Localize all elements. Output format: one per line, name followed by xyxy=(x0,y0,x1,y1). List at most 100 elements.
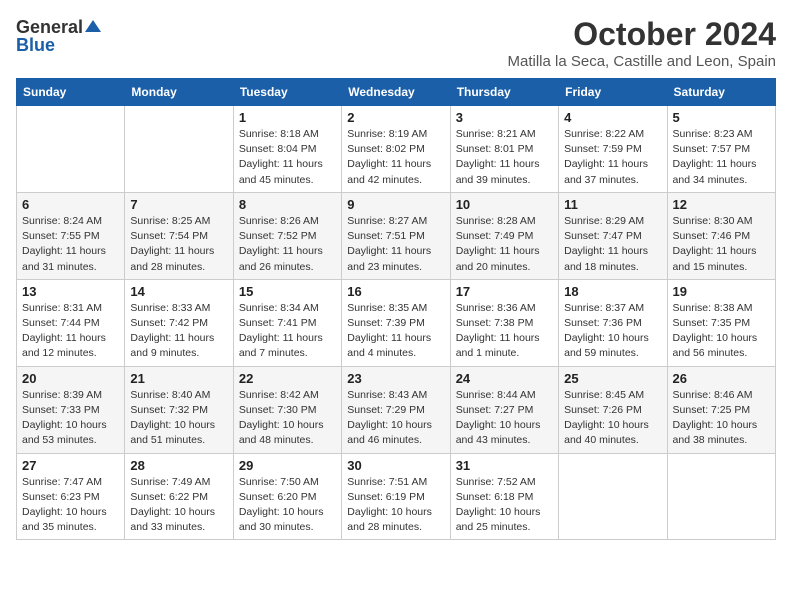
calendar-cell: 20 Sunrise: 8:39 AM Sunset: 7:33 PM Dayli… xyxy=(17,366,125,453)
day-number: 21 xyxy=(130,371,227,386)
day-number: 7 xyxy=(130,197,227,212)
day-number: 12 xyxy=(673,197,770,212)
logo: General Blue xyxy=(16,16,101,56)
day-info: Sunrise: 7:51 AM Sunset: 6:19 PM Dayligh… xyxy=(347,475,444,536)
day-info: Sunrise: 8:46 AM Sunset: 7:25 PM Dayligh… xyxy=(673,388,770,449)
day-info: Sunrise: 8:19 AM Sunset: 8:02 PM Dayligh… xyxy=(347,127,444,188)
calendar-cell: 3Sunrise: 8:21 AM Sunset: 8:01 PM Daylig… xyxy=(450,106,558,193)
calendar-cell: 18 Sunrise: 8:37 AM Sunset: 7:36 PM Dayli… xyxy=(559,279,667,366)
calendar-cell: 21 Sunrise: 8:40 AM Sunset: 7:32 PM Dayli… xyxy=(125,366,233,453)
week-row-2: 6 Sunrise: 8:24 AM Sunset: 7:55 PM Daylig… xyxy=(17,192,776,279)
logo-blue-text: Blue xyxy=(16,35,55,56)
calendar-cell: 14 Sunrise: 8:33 AM Sunset: 7:42 PM Dayli… xyxy=(125,279,233,366)
calendar-cell: 10 Sunrise: 8:28 AM Sunset: 7:49 PM Dayli… xyxy=(450,192,558,279)
day-header-friday: Friday xyxy=(559,79,667,106)
calendar-table: SundayMondayTuesdayWednesdayThursdayFrid… xyxy=(16,78,776,540)
calendar-cell: 25 Sunrise: 8:45 AM Sunset: 7:26 PM Dayli… xyxy=(559,366,667,453)
day-info: Sunrise: 7:49 AM Sunset: 6:22 PM Dayligh… xyxy=(130,475,227,536)
day-info: Sunrise: 8:23 AM Sunset: 7:57 PM Dayligh… xyxy=(673,127,770,188)
day-header-monday: Monday xyxy=(125,79,233,106)
calendar-cell: 12Sunrise: 8:30 AM Sunset: 7:46 PM Dayli… xyxy=(667,192,775,279)
day-header-wednesday: Wednesday xyxy=(342,79,450,106)
calendar-cell: 31 Sunrise: 7:52 AM Sunset: 6:18 PM Dayli… xyxy=(450,453,558,540)
day-info: Sunrise: 8:44 AM Sunset: 7:27 PM Dayligh… xyxy=(456,388,553,449)
day-number: 10 xyxy=(456,197,553,212)
calendar-cell: 26 Sunrise: 8:46 AM Sunset: 7:25 PM Dayli… xyxy=(667,366,775,453)
header: General Blue October 2024 Matilla la Sec… xyxy=(16,16,776,70)
day-number: 9 xyxy=(347,197,444,212)
day-info: Sunrise: 8:38 AM Sunset: 7:35 PM Dayligh… xyxy=(673,301,770,362)
calendar-cell: 5 Sunrise: 8:23 AM Sunset: 7:57 PM Daylig… xyxy=(667,106,775,193)
day-number: 22 xyxy=(239,371,336,386)
calendar-cell: 2Sunrise: 8:19 AM Sunset: 8:02 PM Daylig… xyxy=(342,106,450,193)
day-info: Sunrise: 8:29 AM Sunset: 7:47 PM Dayligh… xyxy=(564,214,661,275)
day-header-saturday: Saturday xyxy=(667,79,775,106)
day-info: Sunrise: 8:24 AM Sunset: 7:55 PM Dayligh… xyxy=(22,214,119,275)
day-info: Sunrise: 8:37 AM Sunset: 7:36 PM Dayligh… xyxy=(564,301,661,362)
day-number: 16 xyxy=(347,284,444,299)
day-info: Sunrise: 8:39 AM Sunset: 7:33 PM Dayligh… xyxy=(22,388,119,449)
calendar-cell: 17 Sunrise: 8:36 AM Sunset: 7:38 PM Dayli… xyxy=(450,279,558,366)
calendar-cell xyxy=(667,453,775,540)
day-number: 25 xyxy=(564,371,661,386)
calendar-cell: 8Sunrise: 8:26 AM Sunset: 7:52 PM Daylig… xyxy=(233,192,341,279)
calendar-cell: 9Sunrise: 8:27 AM Sunset: 7:51 PM Daylig… xyxy=(342,192,450,279)
calendar-cell: 13 Sunrise: 8:31 AM Sunset: 7:44 PM Dayli… xyxy=(17,279,125,366)
day-info: Sunrise: 8:34 AM Sunset: 7:41 PM Dayligh… xyxy=(239,301,336,362)
day-info: Sunrise: 8:45 AM Sunset: 7:26 PM Dayligh… xyxy=(564,388,661,449)
day-info: Sunrise: 8:18 AM Sunset: 8:04 PM Dayligh… xyxy=(239,127,336,188)
day-info: Sunrise: 7:47 AM Sunset: 6:23 PM Dayligh… xyxy=(22,475,119,536)
week-row-4: 20 Sunrise: 8:39 AM Sunset: 7:33 PM Dayli… xyxy=(17,366,776,453)
day-number: 15 xyxy=(239,284,336,299)
calendar-cell: 6 Sunrise: 8:24 AM Sunset: 7:55 PM Daylig… xyxy=(17,192,125,279)
day-info: Sunrise: 8:22 AM Sunset: 7:59 PM Dayligh… xyxy=(564,127,661,188)
day-info: Sunrise: 7:50 AM Sunset: 6:20 PM Dayligh… xyxy=(239,475,336,536)
day-header-sunday: Sunday xyxy=(17,79,125,106)
day-number: 30 xyxy=(347,458,444,473)
calendar-cell: 23 Sunrise: 8:43 AM Sunset: 7:29 PM Dayli… xyxy=(342,366,450,453)
day-info: Sunrise: 8:26 AM Sunset: 7:52 PM Dayligh… xyxy=(239,214,336,275)
calendar-cell: 27 Sunrise: 7:47 AM Sunset: 6:23 PM Dayli… xyxy=(17,453,125,540)
day-number: 29 xyxy=(239,458,336,473)
day-number: 6 xyxy=(22,197,119,212)
day-number: 18 xyxy=(564,284,661,299)
calendar-cell: 1 Sunrise: 8:18 AM Sunset: 8:04 PM Daylig… xyxy=(233,106,341,193)
day-number: 19 xyxy=(673,284,770,299)
day-info: Sunrise: 8:33 AM Sunset: 7:42 PM Dayligh… xyxy=(130,301,227,362)
day-info: Sunrise: 7:52 AM Sunset: 6:18 PM Dayligh… xyxy=(456,475,553,536)
week-row-5: 27 Sunrise: 7:47 AM Sunset: 6:23 PM Dayli… xyxy=(17,453,776,540)
calendar-cell: 30 Sunrise: 7:51 AM Sunset: 6:19 PM Dayli… xyxy=(342,453,450,540)
day-number: 1 xyxy=(239,110,336,125)
day-number: 23 xyxy=(347,371,444,386)
calendar-cell xyxy=(17,106,125,193)
day-info: Sunrise: 8:36 AM Sunset: 7:38 PM Dayligh… xyxy=(456,301,553,362)
day-number: 20 xyxy=(22,371,119,386)
day-number: 17 xyxy=(456,284,553,299)
days-header-row: SundayMondayTuesdayWednesdayThursdayFrid… xyxy=(17,79,776,106)
logo-arrow-icon xyxy=(85,18,101,39)
month-title: October 2024 xyxy=(508,16,777,53)
day-info: Sunrise: 8:31 AM Sunset: 7:44 PM Dayligh… xyxy=(22,301,119,362)
week-row-3: 13 Sunrise: 8:31 AM Sunset: 7:44 PM Dayli… xyxy=(17,279,776,366)
day-info: Sunrise: 8:43 AM Sunset: 7:29 PM Dayligh… xyxy=(347,388,444,449)
calendar-cell: 11Sunrise: 8:29 AM Sunset: 7:47 PM Dayli… xyxy=(559,192,667,279)
day-number: 4 xyxy=(564,110,661,125)
calendar-cell: 24Sunrise: 8:44 AM Sunset: 7:27 PM Dayli… xyxy=(450,366,558,453)
calendar-cell: 19 Sunrise: 8:38 AM Sunset: 7:35 PM Dayli… xyxy=(667,279,775,366)
calendar-cell: 7 Sunrise: 8:25 AM Sunset: 7:54 PM Daylig… xyxy=(125,192,233,279)
day-number: 31 xyxy=(456,458,553,473)
location-title: Matilla la Seca, Castille and Leon, Spai… xyxy=(508,53,777,70)
day-info: Sunrise: 8:25 AM Sunset: 7:54 PM Dayligh… xyxy=(130,214,227,275)
day-number: 28 xyxy=(130,458,227,473)
day-number: 14 xyxy=(130,284,227,299)
day-info: Sunrise: 8:35 AM Sunset: 7:39 PM Dayligh… xyxy=(347,301,444,362)
day-header-tuesday: Tuesday xyxy=(233,79,341,106)
day-info: Sunrise: 8:28 AM Sunset: 7:49 PM Dayligh… xyxy=(456,214,553,275)
day-info: Sunrise: 8:40 AM Sunset: 7:32 PM Dayligh… xyxy=(130,388,227,449)
day-number: 27 xyxy=(22,458,119,473)
calendar-cell: 22Sunrise: 8:42 AM Sunset: 7:30 PM Dayli… xyxy=(233,366,341,453)
day-number: 13 xyxy=(22,284,119,299)
day-number: 26 xyxy=(673,371,770,386)
calendar-cell: 4 Sunrise: 8:22 AM Sunset: 7:59 PM Daylig… xyxy=(559,106,667,193)
day-number: 5 xyxy=(673,110,770,125)
